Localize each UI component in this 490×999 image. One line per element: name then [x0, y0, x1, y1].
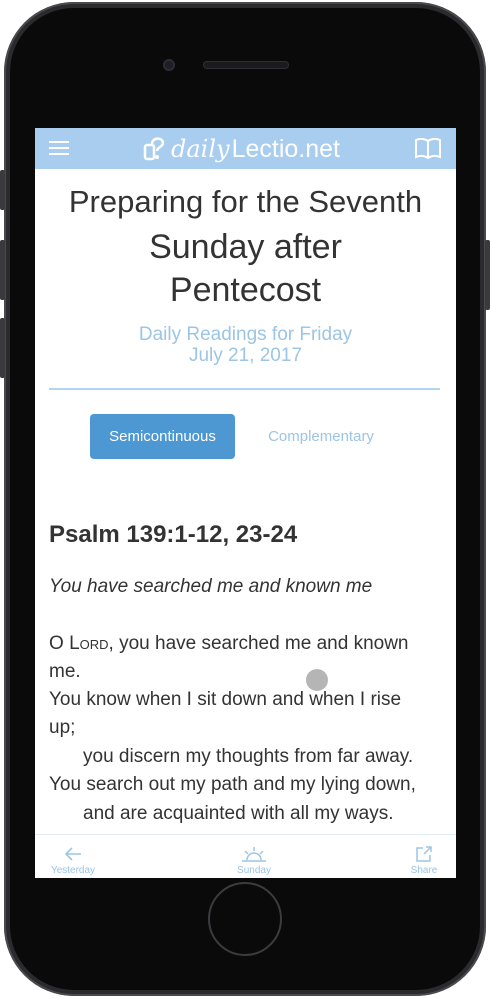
- verse-line: and are acquainted with all my ways.: [83, 803, 394, 824]
- nav-sunday[interactable]: Sunday: [223, 835, 285, 878]
- menu-icon[interactable]: [49, 139, 69, 157]
- verse-line: me.: [49, 661, 81, 682]
- sunrise-icon: [242, 847, 266, 862]
- verse-line: You know when I sit down and when I rise: [49, 689, 402, 710]
- tab-complementary[interactable]: Complementary: [257, 414, 385, 459]
- verse-text: , you have searched me and known: [108, 633, 409, 654]
- nav-yesterday-label: Yesterday: [50, 865, 96, 876]
- nav-share[interactable]: Share: [401, 835, 447, 878]
- volume-down-button: [0, 318, 5, 378]
- lord-smallcaps: Lord: [69, 633, 109, 654]
- logo-site-text: Lectio.net: [231, 134, 341, 163]
- bottom-nav: Yesterday Sunday Share: [35, 834, 456, 878]
- verse-line: You search out my path and my lying down…: [49, 774, 416, 795]
- page-title-line-3: Pentecost: [169, 271, 322, 309]
- top-bar: daily Lectio.net: [35, 128, 456, 169]
- nav-yesterday[interactable]: Yesterday: [43, 835, 103, 878]
- reading-reference: Psalm 139:1-12, 23-24: [49, 521, 298, 548]
- page-title-line-1: Preparing for the Seventh: [68, 184, 423, 219]
- arrow-left-icon: [64, 847, 81, 861]
- verse-line: you discern my thoughts from far away.: [83, 746, 414, 767]
- front-camera: [163, 59, 175, 71]
- volume-up-button: [0, 240, 5, 300]
- readings-date: July 21, 2017: [188, 345, 303, 366]
- verse-line: up;: [49, 717, 76, 738]
- mute-switch: [0, 170, 5, 210]
- nav-sunday-label: Sunday: [237, 865, 271, 876]
- readings-day: Daily Readings for Friday: [138, 324, 353, 345]
- logo-daily-text: daily: [171, 135, 230, 163]
- logo-mark-icon: [143, 137, 165, 161]
- tab-semicontinuous[interactable]: Semicontinuous: [90, 414, 235, 459]
- power-button: [485, 240, 490, 310]
- verse-text: O: [49, 633, 70, 654]
- nav-share-label: Share: [410, 865, 438, 876]
- app-screen: daily Lectio.net Preparing for the Seven…: [35, 128, 456, 878]
- share-icon: [416, 846, 432, 862]
- verse-line: O Lord, you have searched me and known: [49, 633, 409, 655]
- touch-indicator: [306, 669, 328, 691]
- divider: [49, 388, 440, 390]
- page-title-line-2: Sunday after: [149, 228, 342, 266]
- book-icon[interactable]: [414, 137, 442, 159]
- home-button[interactable]: [208, 882, 282, 956]
- reading-subtitle: You have searched me and known me: [49, 576, 373, 597]
- app-logo[interactable]: daily Lectio.net: [143, 134, 340, 164]
- earpiece-speaker: [203, 61, 289, 69]
